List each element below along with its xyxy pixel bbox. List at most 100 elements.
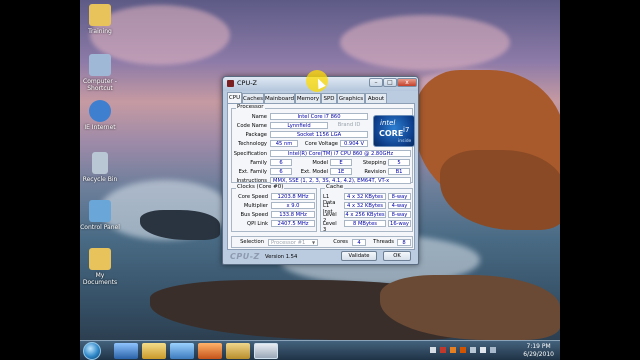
internet-explorer-icon: [89, 100, 111, 122]
core-voltage-value: 0.904 V: [340, 140, 368, 147]
window-footer: CPU-Z Version 1.54 Validate OK: [227, 251, 415, 263]
tab-memory[interactable]: Memory: [295, 93, 321, 103]
tray-app-icon[interactable]: [440, 347, 446, 353]
tray-volume-icon[interactable]: [480, 347, 486, 353]
codename-value: Lynnfield: [270, 122, 328, 129]
technology-label: Technology: [237, 141, 267, 147]
package-value: Socket 1156 LGA: [270, 131, 368, 138]
threads-label: Threads: [373, 239, 394, 245]
qpi-link-value: 2407.5 MHz: [271, 220, 315, 227]
bus-speed-label: Bus Speed: [240, 212, 268, 218]
tray-network-icon[interactable]: [470, 347, 476, 353]
family-label: Family: [250, 160, 267, 166]
specification-label: Specification: [233, 151, 267, 157]
start-button[interactable]: [83, 342, 101, 360]
cache-l1-data-size: 4 x 32 KBytes: [344, 193, 386, 200]
cpuz-window: CPU-Z – □ x CPU Caches Mainboard Memory …: [222, 76, 419, 265]
brand-id-label: Brand ID: [337, 122, 361, 128]
intel-core-i7-logo: intel i7 CORE inside: [373, 115, 415, 147]
taskbar: 7:19 PM 6/29/2010: [80, 340, 560, 360]
codename-label: Code Name: [236, 123, 267, 129]
cache-l1-inst-size: 4 x 32 KBytes: [344, 202, 386, 209]
taskbar-folder-icon[interactable]: [226, 343, 250, 359]
cache-level3-label: Level 3: [323, 221, 337, 233]
processor-group: Processor Name Intel Core i7 860 Code Na…: [231, 104, 415, 184]
minimize-button[interactable]: –: [369, 78, 383, 87]
revision-label: Revision: [364, 169, 386, 175]
taskbar-cpuz-icon[interactable]: [254, 343, 278, 359]
control-panel-icon: [89, 200, 111, 222]
family-value: 6: [270, 159, 292, 166]
cache-group-title: Cache: [325, 184, 345, 190]
cache-level3-way: 16-way: [388, 220, 411, 227]
cache-l1-data-way: 8-way: [388, 193, 411, 200]
folder-icon: [89, 248, 111, 270]
core-speed-value: 1203.8 MHz: [271, 193, 315, 200]
selection-row: Selection Processor #1 ▼ Cores 4 Threads…: [231, 236, 413, 248]
desktop-icon-my-documents[interactable]: My Documents: [80, 248, 120, 286]
wallpaper-cloud: [340, 15, 510, 70]
tray-app-icon[interactable]: [450, 347, 456, 353]
processor-group-title: Processor: [236, 104, 265, 110]
cache-group: Cache L1 Data 4 x 32 KBytes 8-way L1 Ins…: [320, 184, 413, 233]
taskbar-media-player-icon[interactable]: [170, 343, 194, 359]
tray-flag-icon[interactable]: [490, 347, 496, 353]
tab-cpu[interactable]: CPU: [227, 92, 242, 103]
desktop-icon-computer[interactable]: Computer - Shortcut: [80, 54, 120, 92]
core-speed-label: Core Speed: [238, 194, 268, 200]
tab-mainboard[interactable]: Mainboard: [264, 93, 295, 103]
cores-value: 4: [352, 239, 366, 246]
cpuz-app-icon: [227, 80, 234, 87]
core-voltage-label: Core Voltage: [304, 141, 338, 147]
cache-l1-inst-way: 4-way: [388, 202, 411, 209]
desktop-icon-control-panel[interactable]: Control Panel: [80, 200, 120, 231]
tray-arrow-icon[interactable]: [430, 347, 436, 353]
desktop-icon-training[interactable]: Training: [80, 4, 120, 35]
clock-date: 6/29/2010: [523, 351, 554, 358]
chevron-down-icon: ▼: [312, 240, 316, 245]
multiplier-label: Multiplier: [243, 203, 268, 209]
model-value: E: [330, 159, 352, 166]
cores-label: Cores: [333, 239, 348, 245]
cpu-tab-panel: Processor Name Intel Core i7 860 Code Na…: [227, 103, 415, 250]
clocks-group-title: Clocks (Core #0): [236, 184, 285, 190]
version-text: Version 1.54: [265, 254, 298, 260]
multiplier-value: x 9.0: [271, 202, 315, 209]
ext-family-label: Ext. Family: [238, 169, 267, 175]
tab-graphics[interactable]: Graphics: [337, 93, 365, 103]
taskbar-firefox-icon[interactable]: [198, 343, 222, 359]
window-title: CPU-Z: [237, 79, 258, 87]
threads-value: 8: [397, 239, 411, 246]
cache-level3-size: 8 MBytes: [344, 220, 386, 227]
clocks-group: Clocks (Core #0) Core Speed 1203.8 MHz M…: [231, 184, 317, 232]
intel-logo-core: CORE: [379, 129, 404, 138]
tab-spd[interactable]: SPD: [321, 93, 337, 103]
intel-logo-word: intel: [380, 119, 396, 127]
instructions-value: MMX, SSE (1, 2, 3, 3S, 4.1, 4.2), EM64T,…: [270, 177, 411, 184]
folder-icon: [89, 4, 111, 26]
specification-value: Intel(R) Core(TM) i7 CPU 860 @ 2.80GHz: [270, 150, 411, 157]
validate-button[interactable]: Validate: [341, 251, 377, 261]
cache-level2-size: 4 x 256 KBytes: [344, 211, 386, 218]
wallpaper-cliff: [440, 150, 560, 230]
close-button[interactable]: x: [397, 78, 417, 87]
tray-clock[interactable]: 7:19 PM 6/29/2010: [523, 343, 554, 359]
taskbar-ie-icon[interactable]: [114, 343, 138, 359]
tray-app-icon[interactable]: [460, 347, 466, 353]
tab-caches[interactable]: Caches: [242, 93, 264, 103]
maximize-button[interactable]: □: [383, 78, 397, 87]
taskbar-explorer-icon[interactable]: [142, 343, 166, 359]
tab-about[interactable]: About: [365, 93, 387, 103]
name-value: Intel Core i7 860: [270, 113, 368, 120]
stepping-label: Stepping: [362, 160, 386, 166]
ok-button[interactable]: OK: [383, 251, 411, 261]
model-label: Model: [312, 160, 328, 166]
recycle-bin-icon: [92, 152, 108, 174]
qpi-link-label: QPI Link: [246, 221, 268, 227]
processor-select[interactable]: Processor #1: [268, 239, 318, 246]
ext-model-value: 1E: [330, 168, 352, 175]
desktop-icon-recycle-bin[interactable]: Recycle Bin: [80, 152, 120, 183]
desktop-icon-internet-explorer[interactable]: IE Internet: [80, 100, 120, 131]
screen: Training Computer - Shortcut IE Internet…: [0, 0, 640, 360]
clock-time: 7:19 PM: [526, 343, 551, 350]
